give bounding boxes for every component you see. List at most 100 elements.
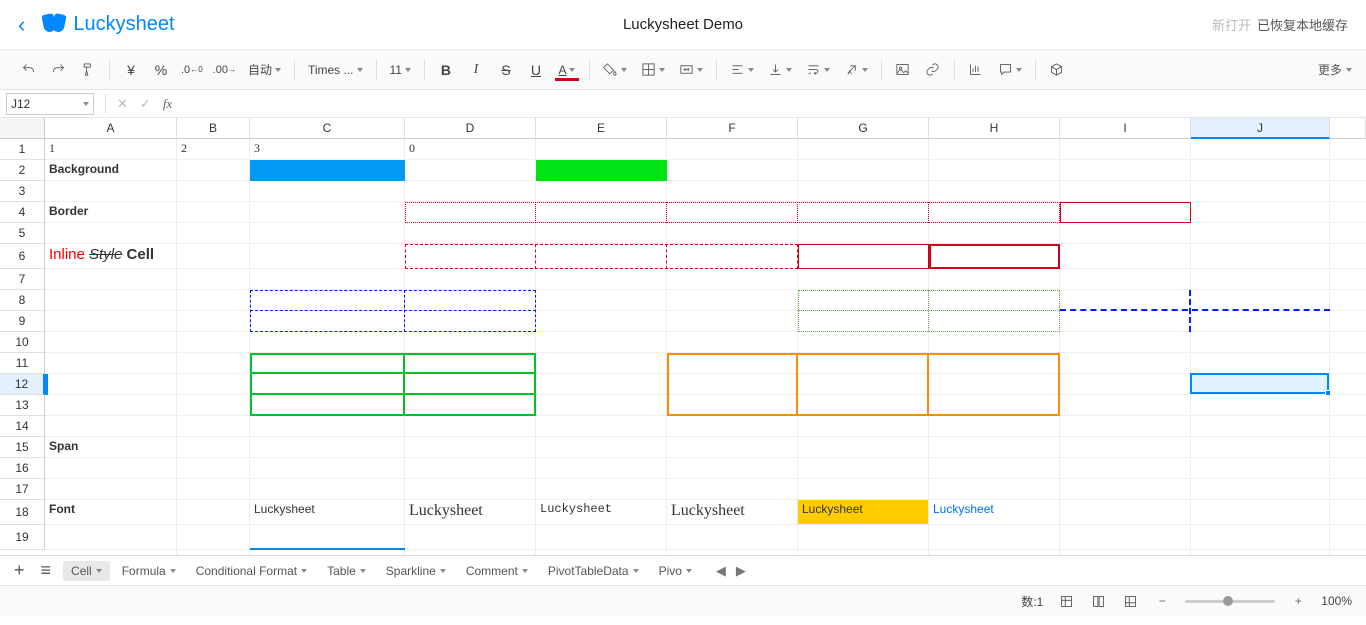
- cell-A15[interactable]: Span: [45, 437, 177, 458]
- h-align-button[interactable]: [724, 56, 760, 84]
- row-header-18[interactable]: 18: [0, 500, 45, 525]
- comment-button[interactable]: [992, 56, 1028, 84]
- increase-decimal-button[interactable]: .00→: [209, 56, 240, 84]
- fill-color-button[interactable]: [597, 56, 633, 84]
- cell-C18[interactable]: Luckysheet: [250, 500, 405, 525]
- col-header-H[interactable]: H: [929, 118, 1060, 139]
- col-header-G[interactable]: G: [798, 118, 929, 139]
- cell-D1[interactable]: 0: [405, 139, 536, 160]
- row-header-8[interactable]: 8: [0, 290, 45, 311]
- add-sheet-button[interactable]: +: [10, 560, 29, 581]
- accept-formula-icon[interactable]: ✓: [134, 96, 157, 112]
- col-header-J[interactable]: J: [1191, 118, 1330, 139]
- cell-H18[interactable]: Luckysheet: [929, 500, 1060, 525]
- row-header-12[interactable]: 12: [0, 374, 45, 395]
- text-color-button[interactable]: A: [552, 56, 582, 84]
- col-header-D[interactable]: D: [405, 118, 536, 139]
- row-header-16[interactable]: 16: [0, 458, 45, 479]
- col-header-B[interactable]: B: [177, 118, 250, 139]
- view-page-icon[interactable]: [1089, 592, 1107, 610]
- borders-button[interactable]: [635, 56, 671, 84]
- cell-F18[interactable]: Luckysheet: [667, 500, 798, 525]
- cancel-formula-icon[interactable]: ✕: [111, 96, 134, 112]
- redo-button[interactable]: [44, 56, 72, 84]
- cell-G18[interactable]: Luckysheet: [798, 500, 929, 525]
- sheet-tab-conditional-format[interactable]: Conditional Format: [188, 561, 315, 581]
- zoom-slider[interactable]: [1185, 600, 1275, 603]
- sheet-tab-sparkline[interactable]: Sparkline: [378, 561, 454, 581]
- view-break-icon[interactable]: [1121, 592, 1139, 610]
- row-header-6[interactable]: 6: [0, 244, 45, 269]
- document-title[interactable]: Luckysheet Demo: [623, 16, 743, 33]
- row-header-4[interactable]: 4: [0, 202, 45, 223]
- formula-input[interactable]: [178, 93, 1366, 115]
- back-button[interactable]: ‹: [18, 12, 25, 38]
- currency-button[interactable]: ¥: [117, 56, 145, 84]
- sheet-tab-table[interactable]: Table: [319, 561, 374, 581]
- row-header-19[interactable]: 19: [0, 525, 45, 550]
- cell-A4[interactable]: Border: [45, 202, 177, 223]
- decrease-decimal-button[interactable]: .0←0: [177, 56, 207, 84]
- col-header-A[interactable]: A: [45, 118, 177, 139]
- zoom-out-button[interactable]: −: [1153, 592, 1171, 610]
- cell-D18[interactable]: Luckysheet: [405, 500, 536, 525]
- sheet-prev-button[interactable]: ◀: [716, 563, 726, 579]
- row-headers[interactable]: 12345678910111213141516171819: [0, 139, 45, 550]
- view-normal-icon[interactable]: [1057, 592, 1075, 610]
- row-header-17[interactable]: 17: [0, 479, 45, 500]
- cell-C1[interactable]: 3: [250, 139, 405, 160]
- sheet-tab-pivo[interactable]: Pivo: [651, 561, 700, 581]
- row-header-13[interactable]: 13: [0, 395, 45, 416]
- cell-A2[interactable]: Background: [45, 160, 177, 181]
- row-header-5[interactable]: 5: [0, 223, 45, 244]
- spreadsheet-grid[interactable]: ABCDEFGHIJ 12345678910111213141516171819…: [0, 118, 1366, 555]
- sheet-tab-comment[interactable]: Comment: [458, 561, 536, 581]
- number-format-dropdown[interactable]: 自动: [242, 56, 287, 84]
- text-rotate-button[interactable]: A: [838, 56, 874, 84]
- bold-button[interactable]: B: [432, 56, 460, 84]
- font-family-dropdown[interactable]: Times ...: [302, 56, 369, 84]
- cell-A1[interactable]: 1: [45, 139, 177, 160]
- col-header-F[interactable]: F: [667, 118, 798, 139]
- paint-format-button[interactable]: [74, 56, 102, 84]
- cell-E18[interactable]: Luckysheet: [536, 500, 667, 525]
- plugins-button[interactable]: [1043, 56, 1071, 84]
- zoom-in-button[interactable]: +: [1289, 592, 1307, 610]
- sheet-tab-pivottabledata[interactable]: PivotTableData: [540, 561, 647, 581]
- sheet-tab-formula[interactable]: Formula: [114, 561, 184, 581]
- cell-A18[interactable]: Font: [45, 500, 177, 525]
- v-align-button[interactable]: [762, 56, 798, 84]
- name-box[interactable]: J12: [6, 93, 94, 115]
- row-header-10[interactable]: 10: [0, 332, 45, 353]
- underline-button[interactable]: U: [522, 56, 550, 84]
- cell-B1[interactable]: 2: [177, 139, 250, 160]
- strikethrough-button[interactable]: S: [492, 56, 520, 84]
- merge-cells-button[interactable]: [673, 56, 709, 84]
- row-header-11[interactable]: 11: [0, 353, 45, 374]
- col-header-I[interactable]: I: [1060, 118, 1191, 139]
- row-header-7[interactable]: 7: [0, 269, 45, 290]
- italic-button[interactable]: I: [462, 56, 490, 84]
- row-header-1[interactable]: 1: [0, 139, 45, 160]
- column-headers[interactable]: ABCDEFGHIJ: [45, 118, 1366, 139]
- select-all-corner[interactable]: [0, 118, 45, 139]
- all-sheets-button[interactable]: ≡: [37, 560, 56, 581]
- sheet-next-button[interactable]: ▶: [736, 563, 746, 579]
- row-header-15[interactable]: 15: [0, 437, 45, 458]
- cell-A6[interactable]: Inline Style Cell: [45, 244, 177, 269]
- text-wrap-button[interactable]: [800, 56, 836, 84]
- row-header-2[interactable]: 2: [0, 160, 45, 181]
- row-header-3[interactable]: 3: [0, 181, 45, 202]
- percent-button[interactable]: %: [147, 56, 175, 84]
- insert-link-button[interactable]: [919, 56, 947, 84]
- col-header-E[interactable]: E: [536, 118, 667, 139]
- row-header-14[interactable]: 14: [0, 416, 45, 437]
- undo-button[interactable]: [14, 56, 42, 84]
- more-button[interactable]: 更多: [1318, 61, 1352, 78]
- sheet-tab-cell[interactable]: Cell: [63, 561, 110, 581]
- font-size-dropdown[interactable]: 11: [384, 56, 417, 84]
- row-header-9[interactable]: 9: [0, 311, 45, 332]
- col-header-C[interactable]: C: [250, 118, 405, 139]
- insert-image-button[interactable]: [889, 56, 917, 84]
- insert-chart-button[interactable]: [962, 56, 990, 84]
